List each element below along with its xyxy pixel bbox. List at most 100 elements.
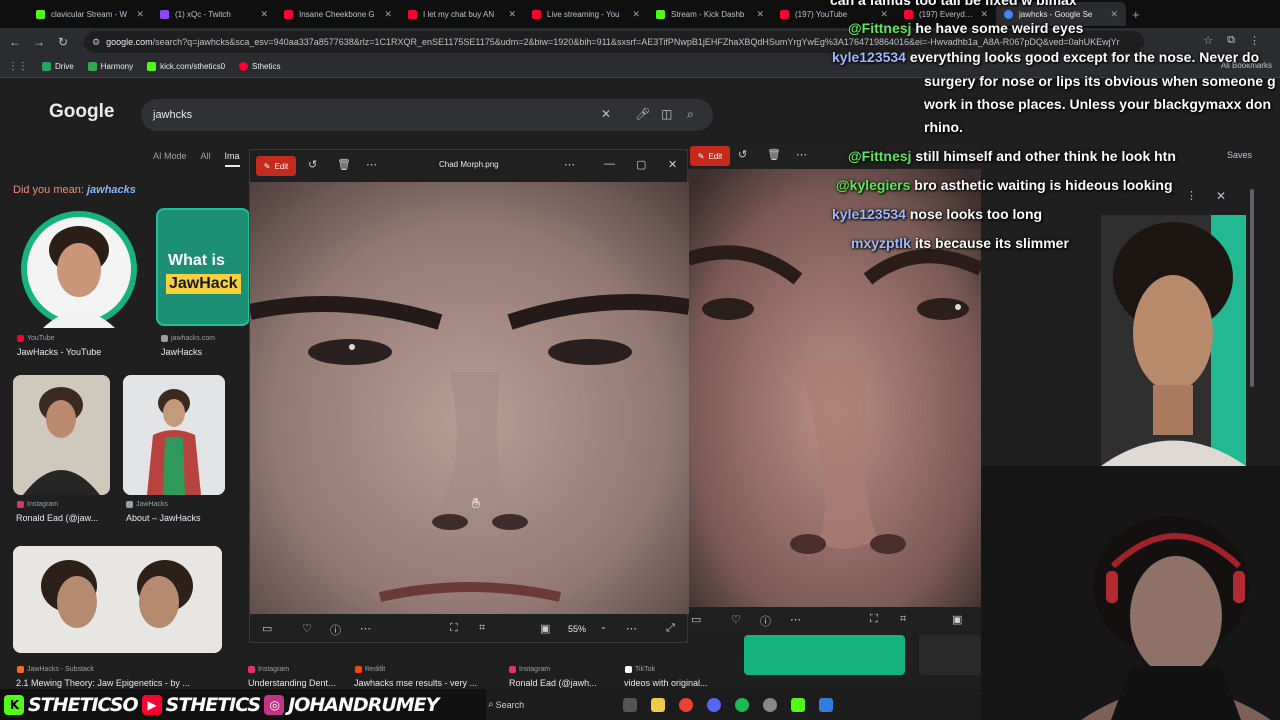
- favorite-icon[interactable]: ♡: [731, 613, 741, 626]
- close-icon[interactable]: ✕: [384, 9, 392, 20]
- more-icon[interactable]: ⋯: [796, 148, 807, 161]
- result-title[interactable]: About – JawHacks: [126, 513, 226, 523]
- did-you-mean-link[interactable]: jawhacks: [87, 184, 136, 196]
- image-result[interactable]: [744, 635, 905, 675]
- result-title[interactable]: Ronald Ead (@jaw...: [16, 513, 110, 523]
- browser-tab[interactable]: Live streaming - You ✕: [524, 2, 648, 26]
- bookmark-item[interactable]: Drive: [42, 62, 74, 71]
- more-icon[interactable]: ⋯: [626, 622, 637, 635]
- google-logo[interactable]: Google: [49, 101, 114, 123]
- more-icon[interactable]: ⋯: [790, 613, 801, 626]
- clear-icon[interactable]: ✕: [601, 107, 611, 121]
- forward-icon[interactable]: →: [27, 35, 51, 49]
- close-icon[interactable]: ✕: [756, 9, 764, 20]
- image-result[interactable]: [1101, 215, 1246, 466]
- extensions-icon[interactable]: ⧉: [1227, 34, 1235, 47]
- info-icon[interactable]: ⓘ: [330, 622, 341, 638]
- discord-icon[interactable]: [706, 697, 721, 712]
- search-icon[interactable]: ⌕: [488, 699, 494, 710]
- apps-icon[interactable]: ⋮⋮: [8, 61, 28, 72]
- filmstrip-icon[interactable]: ▭: [691, 613, 701, 626]
- new-tab-icon[interactable]: +: [1132, 7, 1140, 22]
- result-title[interactable]: Ronald Ead (@jawh...: [509, 678, 609, 688]
- fit-icon[interactable]: ⛶: [450, 622, 458, 635]
- chevron-down-icon[interactable]: ⌄: [600, 622, 607, 631]
- bookmark-item[interactable]: Sthetics: [239, 62, 281, 71]
- browser-tab[interactable]: (1) xQc - Twitch ✕: [152, 2, 276, 26]
- result-title[interactable]: JawHacks: [161, 347, 247, 357]
- menu-icon[interactable]: ⋮: [1249, 34, 1260, 47]
- close-icon[interactable]: ✕: [260, 9, 268, 20]
- chrome-icon[interactable]: [678, 697, 693, 712]
- fit-icon[interactable]: ⛶: [870, 613, 878, 626]
- more-options-icon[interactable]: ⋮: [1186, 189, 1197, 202]
- search-icon[interactable]: ⌕: [687, 107, 694, 122]
- result-title[interactable]: 2.1 Mewing Theory: Jaw Epigenetics - by …: [16, 678, 246, 688]
- photos-viewer-window[interactable]: ✎ Edit ↺ 🗑︎ ⋯ Chad Morph.png ⋯ — ▢ ✕ ✋︎ …: [249, 149, 689, 643]
- lens-icon[interactable]: ◫: [661, 107, 672, 121]
- image-result[interactable]: What is JawHack: [156, 208, 250, 326]
- maximize-icon[interactable]: ▢: [636, 158, 646, 171]
- back-icon[interactable]: ←: [3, 35, 27, 49]
- file-explorer-icon[interactable]: [650, 697, 665, 712]
- browser-tab[interactable]: Stream - Kick Dashb ✕: [648, 2, 772, 26]
- bookmark-star-icon[interactable]: ☆: [1203, 34, 1213, 47]
- close-icon[interactable]: ✕: [1110, 9, 1118, 20]
- image-result[interactable]: [919, 635, 981, 675]
- browser-tab[interactable]: clavicular Stream - W ✕: [28, 2, 152, 26]
- delete-icon[interactable]: 🗑︎: [767, 148, 781, 161]
- edit-button[interactable]: ✎ Edit: [256, 156, 296, 176]
- image-result[interactable]: [123, 375, 225, 495]
- close-icon[interactable]: ✕: [880, 9, 888, 20]
- favorite-icon[interactable]: ♡: [302, 622, 312, 635]
- close-icon[interactable]: ✕: [1216, 189, 1226, 203]
- zoom-level[interactable]: 55%: [568, 624, 586, 634]
- result-title[interactable]: JawHacks - YouTube: [17, 347, 145, 357]
- tab-images[interactable]: Ima: [224, 151, 240, 167]
- image-result[interactable]: [13, 375, 110, 495]
- minimize-icon[interactable]: —: [604, 158, 615, 170]
- task-view-icon[interactable]: [622, 697, 637, 712]
- scrollbar[interactable]: [1250, 189, 1254, 387]
- result-title[interactable]: videos with original...: [624, 678, 724, 688]
- image-result[interactable]: [13, 208, 145, 330]
- spotify-icon[interactable]: [734, 697, 749, 712]
- delete-icon[interactable]: 🗑︎: [337, 158, 351, 171]
- mic-icon[interactable]: 🎤︎: [635, 107, 650, 121]
- photos-app-icon[interactable]: [818, 697, 833, 712]
- more-icon[interactable]: ⋯: [360, 622, 371, 635]
- bookmark-item[interactable]: kick.com/sthetics0: [147, 62, 225, 71]
- result-title[interactable]: Jawhacks mse results - very ...: [354, 678, 494, 688]
- crop-icon[interactable]: ⌗: [479, 622, 485, 635]
- rotate-icon[interactable]: ↺: [738, 148, 747, 161]
- site-info-icon[interactable]: ⚙: [92, 37, 100, 48]
- close-icon[interactable]: ✕: [508, 9, 516, 20]
- rotate-icon[interactable]: ↺: [308, 158, 317, 171]
- view-icon[interactable]: ▣: [540, 622, 550, 635]
- settings-icon[interactable]: [762, 697, 777, 712]
- reload-icon[interactable]: ↻: [51, 35, 75, 49]
- tab-ai-mode[interactable]: AI Mode: [153, 151, 187, 167]
- taskbar-search[interactable]: Search: [496, 700, 616, 710]
- search-input[interactable]: jawhcks ✕ 🎤︎ ◫ ⌕: [141, 99, 713, 131]
- view-icon[interactable]: ▣: [952, 613, 962, 626]
- close-icon[interactable]: ✕: [632, 9, 640, 20]
- kick-app-icon[interactable]: [790, 697, 805, 712]
- bookmark-item[interactable]: Harmony: [87, 62, 133, 71]
- crop-icon[interactable]: ⌗: [900, 613, 906, 626]
- close-icon[interactable]: ✕: [980, 9, 988, 20]
- saves-label[interactable]: Saves: [1227, 150, 1252, 160]
- more-icon[interactable]: ⋯: [564, 158, 575, 171]
- fullscreen-icon[interactable]: ⤢: [666, 622, 675, 635]
- filmstrip-icon[interactable]: ▭: [262, 622, 272, 635]
- edit-button[interactable]: ✎ Edit: [690, 146, 730, 166]
- image-result[interactable]: [13, 546, 222, 653]
- more-icon[interactable]: ⋯: [366, 158, 377, 171]
- browser-tab[interactable]: I let my chat buy AN ✕: [400, 2, 524, 26]
- info-icon[interactable]: ⓘ: [760, 613, 771, 629]
- close-icon[interactable]: ✕: [668, 158, 677, 171]
- close-icon[interactable]: ✕: [136, 9, 144, 20]
- tab-all[interactable]: All: [201, 151, 211, 167]
- result-title[interactable]: Understanding Dent...: [248, 678, 344, 688]
- browser-tab[interactable]: Insane Cheekbone G ✕: [276, 2, 400, 26]
